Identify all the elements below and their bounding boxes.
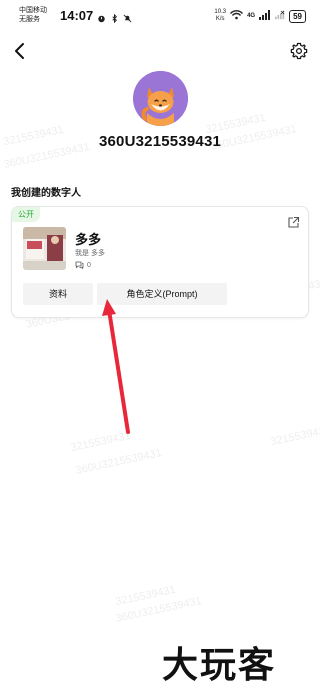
carrier-status: 无服务	[19, 16, 40, 23]
digital-human-name: 多多	[75, 232, 102, 247]
chevron-left-icon	[15, 43, 24, 59]
settings-button[interactable]	[290, 42, 308, 60]
watermark: 3215539431	[269, 423, 320, 449]
fox-avatar-icon	[133, 71, 188, 126]
mute-icon	[123, 10, 132, 23]
section-title-my-digital-humans: 我创建的数字人	[11, 188, 81, 199]
digital-human-card[interactable]: 公开 多多 我是 多多 0 资料 角色定义(Prompt)	[11, 206, 309, 318]
comment-icon	[75, 261, 84, 269]
public-badge: 公开	[12, 207, 40, 222]
watermark: 3215539431	[114, 583, 177, 609]
comment-count: 0	[75, 261, 91, 269]
digital-human-description: 我是 多多	[75, 250, 105, 257]
share-icon	[288, 216, 300, 228]
carrier-name: 中国移动	[19, 7, 47, 14]
watermark: 360U3215539431	[114, 595, 203, 625]
carrier-info: 中国移动 无服务	[19, 6, 47, 24]
notification-icons	[97, 10, 132, 24]
comment-count-value: 0	[87, 261, 91, 269]
signal-icon-secondary	[275, 7, 285, 25]
digital-human-thumbnail	[23, 227, 66, 270]
alarm-icon	[97, 10, 106, 23]
status-bar: 中国移动 无服务 14:07 10.3 K/s 4G 59	[0, 0, 320, 30]
watermark: 360U3215539431	[74, 447, 163, 477]
annotation-arrow	[102, 299, 130, 434]
battery-indicator: 59	[289, 9, 306, 23]
clock: 14:07	[60, 8, 94, 23]
avatar[interactable]	[133, 71, 188, 126]
back-button[interactable]	[10, 40, 32, 62]
network-speed-value: 10.3	[214, 9, 227, 15]
signal-icon	[259, 7, 271, 25]
profile-button[interactable]: 资料	[23, 283, 93, 305]
gear-icon	[290, 42, 308, 60]
network-speed-unit: K/s	[215, 16, 225, 22]
bluetooth-icon	[110, 10, 119, 24]
network-type: 4G	[247, 13, 256, 19]
system-status: 10.3 K/s 4G 59	[214, 7, 306, 25]
wifi-icon	[230, 7, 244, 25]
network-speed: 10.3 K/s	[214, 9, 226, 23]
username: 360U3215539431	[98, 133, 222, 150]
share-button[interactable]	[287, 216, 300, 229]
site-logo: 大玩客	[162, 644, 277, 686]
